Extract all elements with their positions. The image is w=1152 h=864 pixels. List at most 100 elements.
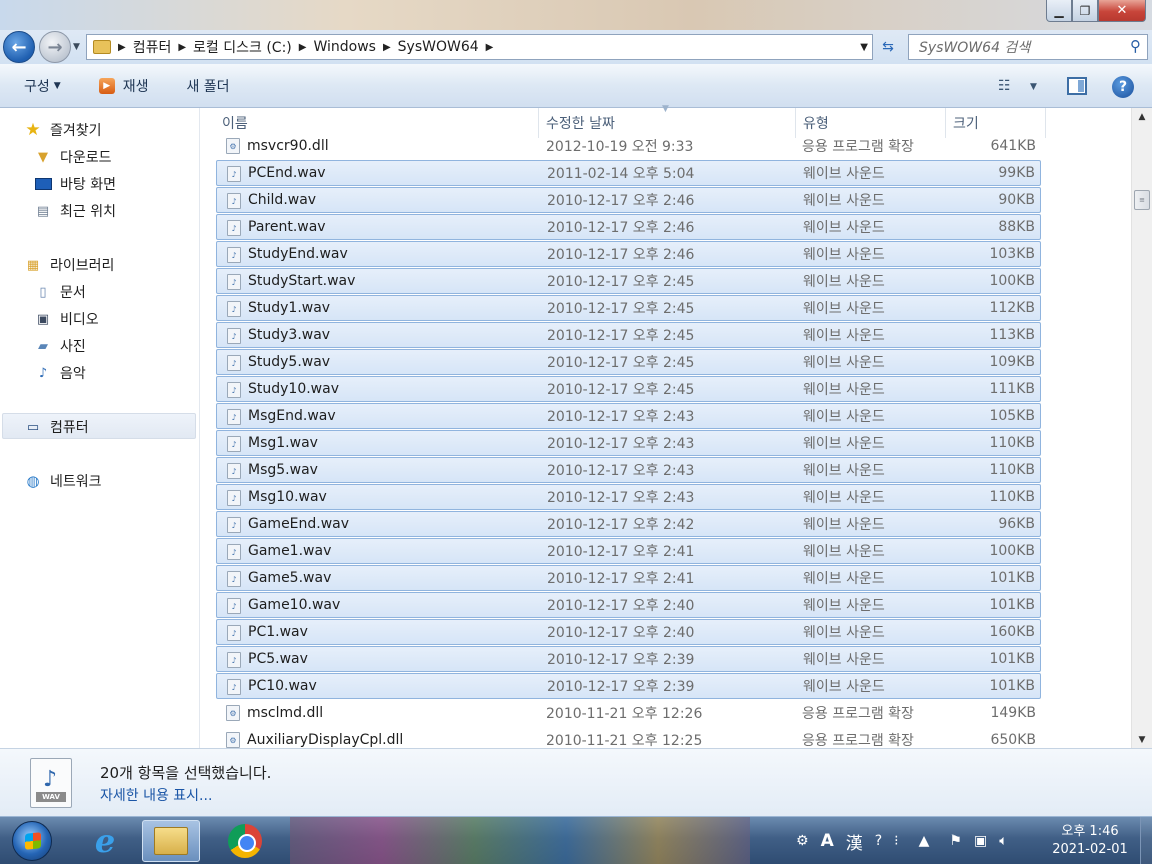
taskbar-internet-explorer[interactable]: e: [76, 820, 134, 862]
show-details-link[interactable]: 자세한 내용 표시...: [100, 785, 212, 805]
column-header-date[interactable]: 수정한 날짜: [546, 108, 615, 138]
breadcrumb-chevron-icon[interactable]: ▶: [118, 42, 126, 53]
file-type: 웨이브 사운드: [803, 544, 885, 560]
network-status-icon[interactable]: ▣: [974, 833, 987, 849]
nav-favorites[interactable]: ★ 즐겨찾기: [24, 120, 102, 140]
nav-favorites-label: 즐겨찾기: [50, 123, 102, 139]
address-bar[interactable]: ▶ 컴퓨터 ▶ 로컬 디스크 (C:) ▶ Windows ▶ SysWOW64…: [86, 34, 873, 60]
file-row[interactable]: ♪ Parent.wav 2010-12-17 오후 2:46 웨이브 사운드 88KB: [216, 214, 1041, 240]
file-row[interactable]: ♪ Game10.wav 2010-12-17 오후 2:40 웨이브 사운드 101K…: [216, 592, 1041, 618]
file-row[interactable]: ⚙ msclmd.dll 2010-11-21 오후 12:26 응용 프로그램 확장…: [216, 700, 1041, 726]
breadcrumb-chevron-icon[interactable]: ▶: [178, 42, 186, 53]
breadcrumb-syswow64[interactable]: SysWOW64: [398, 39, 479, 55]
file-row[interactable]: ♪ Study1.wav 2010-12-17 오후 2:45 웨이브 사운드 112K…: [216, 295, 1041, 321]
taskbar-chrome[interactable]: [216, 820, 274, 862]
scroll-down-icon[interactable]: ▼: [1132, 731, 1152, 748]
ime-options-icon[interactable]: ⁝: [894, 833, 898, 849]
breadcrumb-windows[interactable]: Windows: [313, 39, 376, 55]
organize-button[interactable]: 구성 ▼: [24, 76, 61, 96]
breadcrumb-chevron-icon[interactable]: ▶: [383, 42, 391, 53]
preview-pane-icon[interactable]: [1067, 77, 1087, 95]
scroll-thumb[interactable]: ≡: [1134, 190, 1150, 210]
ime-hanja-label[interactable]: 漢: [846, 829, 863, 854]
language-bar-icon[interactable]: ⚙: [796, 833, 809, 849]
nav-item-music[interactable]: ♪ 음악: [34, 363, 86, 383]
vertical-scrollbar[interactable]: ▲ ≡ ▼: [1131, 108, 1152, 748]
play-button[interactable]: ▶ 재생: [98, 76, 148, 96]
forward-button[interactable]: →: [39, 31, 71, 63]
search-input[interactable]: SysWOW64 검색 ⚲: [908, 34, 1148, 60]
close-button[interactable]: ✕: [1098, 0, 1146, 22]
change-view-icon[interactable]: ☷: [998, 78, 1011, 94]
file-row[interactable]: ♪ Study5.wav 2010-12-17 오후 2:45 웨이브 사운드 109K…: [216, 349, 1041, 375]
column-divider[interactable]: [945, 108, 946, 138]
column-header-type[interactable]: 유형: [803, 108, 829, 138]
nav-libraries[interactable]: ▦ 라이브러리: [24, 255, 115, 275]
help-icon[interactable]: ?: [1112, 76, 1134, 98]
breadcrumb-local-disk[interactable]: 로컬 디스크 (C:): [193, 37, 292, 57]
file-type: 웨이브 사운드: [803, 328, 885, 344]
column-divider[interactable]: [795, 108, 796, 138]
file-date: 2010-12-17 오후 2:40: [547, 598, 695, 614]
file-row[interactable]: ♪ PC5.wav 2010-12-17 오후 2:39 웨이브 사운드 101KB: [216, 646, 1041, 672]
nav-item-downloads[interactable]: ▼ 다운로드: [34, 147, 112, 167]
breadcrumb-chevron-icon[interactable]: ▶: [486, 42, 494, 53]
file-row[interactable]: ♪ PCEnd.wav 2011-02-14 오후 5:04 웨이브 사운드 99KB: [216, 160, 1041, 186]
volume-icon[interactable]: 🔈︎: [999, 833, 1007, 849]
help-circle-icon[interactable]: ?: [875, 833, 882, 849]
breadcrumb-computer[interactable]: 컴퓨터: [133, 37, 172, 57]
nav-item-desktop[interactable]: 바탕 화면: [34, 174, 116, 194]
column-header-name[interactable]: 이름: [222, 108, 248, 138]
minimize-button[interactable]: ▁: [1046, 0, 1072, 22]
nav-item-recent[interactable]: ▤ 최근 위치: [34, 201, 116, 221]
show-desktop-button[interactable]: [1140, 817, 1152, 864]
view-options-dropdown[interactable]: ▼: [1030, 82, 1037, 92]
nav-item-documents[interactable]: ▯ 문서: [34, 282, 85, 302]
taskbar-clock[interactable]: 오후 1:46 2021-02-01: [1040, 823, 1140, 859]
file-row[interactable]: ♪ PC1.wav 2010-12-17 오후 2:40 웨이브 사운드 160KB: [216, 619, 1041, 645]
file-row[interactable]: ♪ StudyStart.wav 2010-12-17 오후 2:45 웨이브 사운드…: [216, 268, 1041, 294]
address-history-dropdown[interactable]: ▼: [860, 42, 868, 53]
nav-computer[interactable]: ▭ 컴퓨터: [24, 417, 89, 437]
maximize-button[interactable]: ❐: [1072, 0, 1098, 22]
ime-mode-label[interactable]: A: [821, 831, 834, 851]
navigation-pane: ★ 즐겨찾기 ▼ 다운로드 바탕 화면 ▤ 최근 위치 ▦ 라이브러리 ▯ 문서…: [0, 108, 200, 748]
nav-network[interactable]: ◍ 네트워크: [24, 471, 101, 491]
back-button[interactable]: ←: [3, 31, 35, 63]
column-divider[interactable]: [538, 108, 539, 138]
column-divider[interactable]: [1045, 108, 1046, 138]
file-row[interactable]: ♪ Child.wav 2010-12-17 오후 2:46 웨이브 사운드 90KB: [216, 187, 1041, 213]
file-row[interactable]: ♪ Game5.wav 2010-12-17 오후 2:41 웨이브 사운드 101KB: [216, 565, 1041, 591]
file-size: 110KB: [989, 489, 1035, 505]
search-icon[interactable]: ⚲: [1130, 37, 1141, 55]
file-row[interactable]: ♪ Msg1.wav 2010-12-17 오후 2:43 웨이브 사운드 110KB: [216, 430, 1041, 456]
file-row[interactable]: ♪ Msg10.wav 2010-12-17 오후 2:43 웨이브 사운드 110KB: [216, 484, 1041, 510]
start-button[interactable]: [12, 821, 52, 861]
file-row[interactable]: ♪ Msg5.wav 2010-12-17 오후 2:43 웨이브 사운드 110KB: [216, 457, 1041, 483]
file-row[interactable]: ♪ PC10.wav 2010-12-17 오후 2:39 웨이브 사운드 101KB: [216, 673, 1041, 699]
nav-item-pictures[interactable]: ▰ 사진: [34, 336, 86, 356]
action-center-flag-icon[interactable]: ⚑: [949, 833, 962, 849]
refresh-button[interactable]: ⇆: [875, 36, 901, 58]
new-folder-button[interactable]: 새 폴더: [186, 76, 229, 96]
network-icon: ◍: [26, 472, 40, 490]
wav-icon: ♪: [227, 301, 241, 317]
file-row[interactable]: ♪ GameEnd.wav 2010-12-17 오후 2:42 웨이브 사운드 96K…: [216, 511, 1041, 537]
show-hidden-icons-icon[interactable]: ▲: [919, 833, 930, 849]
file-type-badge: WAV: [36, 792, 66, 802]
column-header-label: 크기: [953, 116, 979, 132]
file-row[interactable]: ⚙ msvcr90.dll 2012-10-19 오전 9:33 응용 프로그램 확장…: [216, 138, 1041, 159]
file-name: Msg5.wav: [248, 462, 318, 478]
scroll-up-icon[interactable]: ▲: [1132, 108, 1152, 125]
recent-pages-dropdown[interactable]: ▼: [73, 42, 80, 52]
file-row[interactable]: ⚙ AuxiliaryDisplayCpl.dll 2010-11-21 오후 12…: [216, 727, 1041, 748]
file-row[interactable]: ♪ Game1.wav 2010-12-17 오후 2:41 웨이브 사운드 100KB: [216, 538, 1041, 564]
file-row[interactable]: ♪ MsgEnd.wav 2010-12-17 오후 2:43 웨이브 사운드 105K…: [216, 403, 1041, 429]
column-header-size[interactable]: 크기: [953, 108, 979, 138]
file-row[interactable]: ♪ Study3.wav 2010-12-17 오후 2:45 웨이브 사운드 113K…: [216, 322, 1041, 348]
nav-item-videos[interactable]: ▣ 비디오: [34, 309, 99, 329]
file-row[interactable]: ♪ StudyEnd.wav 2010-12-17 오후 2:46 웨이브 사운드 10…: [216, 241, 1041, 267]
breadcrumb-chevron-icon[interactable]: ▶: [299, 42, 307, 53]
file-row[interactable]: ♪ Study10.wav 2010-12-17 오후 2:45 웨이브 사운드 111…: [216, 376, 1041, 402]
taskbar-windows-explorer[interactable]: [142, 820, 200, 862]
